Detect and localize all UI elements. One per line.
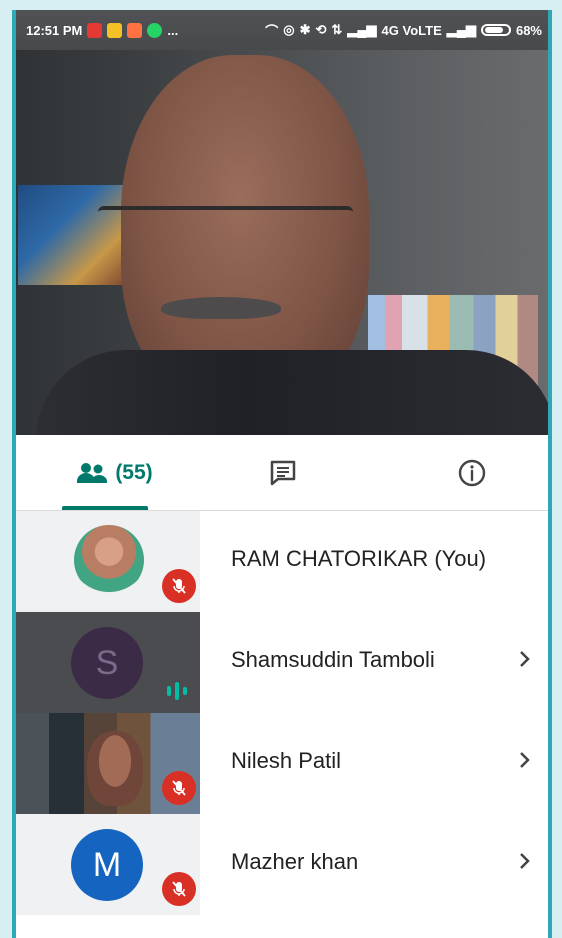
avatar: S (71, 627, 143, 699)
participant-thumbnail (16, 713, 200, 814)
shopping-app-icon (107, 22, 123, 38)
mic-off-badge (162, 771, 196, 805)
status-left: 12:51 PM ... (26, 22, 179, 38)
jio-app-icon (87, 22, 103, 38)
participant-thumbnail (16, 511, 200, 612)
chevron-right-icon[interactable] (518, 849, 532, 873)
clock: 12:51 PM (26, 22, 83, 38)
avatar-letter: M (92, 845, 122, 884)
people-icon (77, 463, 108, 483)
avatar: M (71, 829, 143, 901)
mustache (161, 297, 281, 319)
tab-chat[interactable] (238, 435, 328, 511)
chevron-right-icon[interactable] (518, 748, 532, 772)
participant-thumbnail: M (16, 814, 200, 915)
chat-icon (270, 460, 296, 486)
battery-icon (480, 24, 511, 36)
mic-off-icon (172, 881, 186, 897)
bluetooth-icon: ✱ (299, 22, 311, 37)
wifi-icon: ◎ (283, 22, 295, 37)
rotate-icon: ⟲ (315, 22, 327, 37)
headphones-icon: ⌒ (265, 23, 279, 39)
calendar-app-icon (127, 22, 143, 38)
participants-list: RAM CHATORIKAR (You) S Shamsuddin Tambol… (16, 511, 548, 938)
mic-off-badge (162, 872, 196, 906)
speaker-shirt (36, 350, 548, 440)
thumbnail-person (87, 731, 143, 806)
glasses (98, 206, 353, 252)
status-right: ⌒ ◎ ✱ ⟲ ⇅ ▂▄▆ 4G VoLTE ▂▄▆ 68% (265, 21, 542, 40)
mic-off-badge (162, 569, 196, 603)
active-tab-indicator (62, 506, 148, 510)
participant-name: Mazher khan (231, 849, 359, 874)
network-label: 4G VoLTE (381, 22, 442, 38)
whatsapp-icon (147, 22, 163, 38)
meeting-tabs: (55) (16, 435, 548, 511)
status-bar: 12:51 PM ... ⌒ ◎ ✱ ⟲ ⇅ ▂▄▆ 4G VoLTE ▂▄▆ … (16, 10, 548, 50)
participant-row-self[interactable]: RAM CHATORIKAR (You) (16, 511, 548, 612)
participant-row[interactable]: M Mazher khan (16, 814, 548, 915)
tab-people[interactable]: (55) (44, 435, 184, 511)
data-transfer-icon: ⇅ (331, 22, 343, 37)
participant-name: Shamsuddin Tamboli (231, 647, 435, 672)
participant-name: Nilesh Patil (231, 748, 342, 773)
speaking-indicator-icon (167, 682, 187, 700)
participant-row[interactable]: Nilesh Patil (16, 713, 548, 814)
battery-percent: 68% (515, 22, 542, 38)
participant-name: RAM CHATORIKAR (You) (231, 546, 487, 571)
participant-thumbnail: S (16, 612, 200, 713)
tab-info[interactable] (427, 435, 517, 511)
more-notifications: ... (167, 22, 179, 38)
mic-off-icon (172, 780, 186, 796)
participant-row[interactable]: S Shamsuddin Tamboli (16, 612, 548, 713)
avatar-letter: S (95, 643, 119, 682)
phone-screen: 12:51 PM ... ⌒ ◎ ✱ ⟲ ⇅ ▂▄▆ 4G VoLTE ▂▄▆ … (12, 10, 552, 938)
mic-off-icon (172, 578, 186, 594)
avatar (74, 525, 144, 595)
main-video-feed[interactable] (16, 10, 548, 440)
signal-icon-2: ▂▄▆ (446, 22, 476, 37)
info-icon (458, 459, 486, 487)
signal-icon: ▂▄▆ (347, 22, 377, 37)
participant-count: (55) (115, 461, 153, 484)
chevron-right-icon[interactable] (518, 647, 532, 671)
